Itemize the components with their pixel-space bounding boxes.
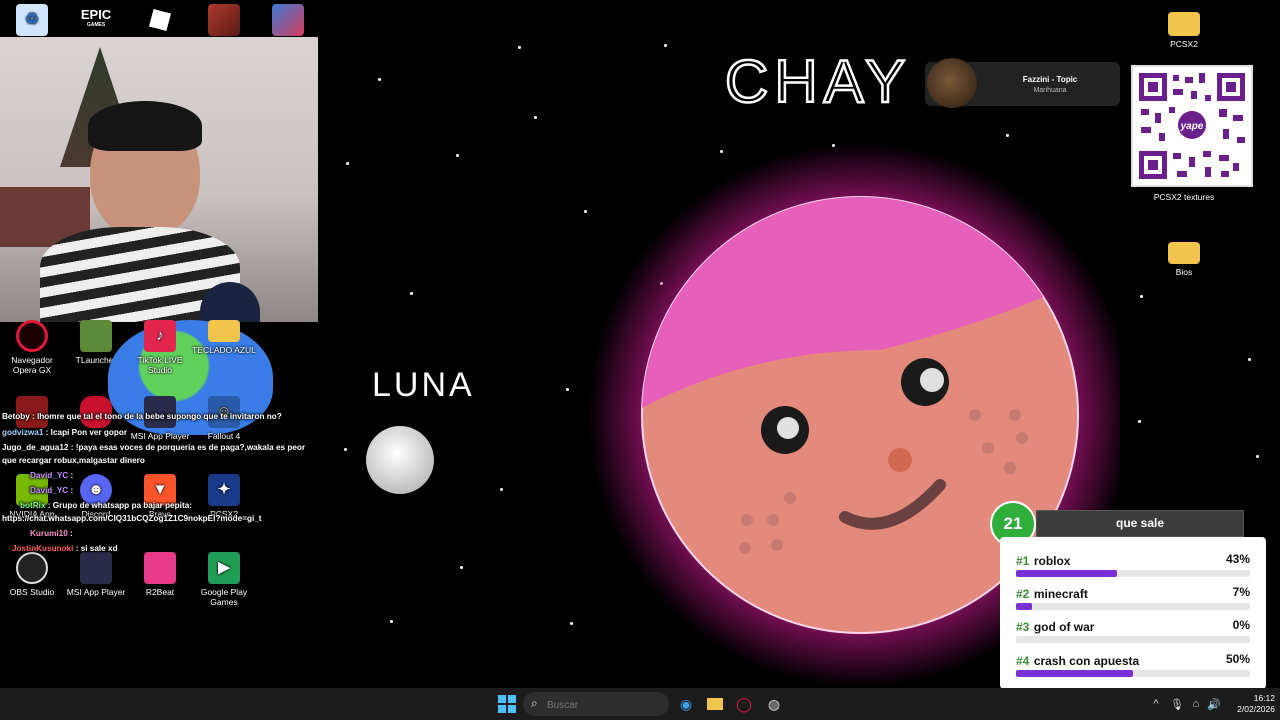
google-play-games-icon: ▶ [208,552,240,584]
now-playing-title: Fazzini - Topic [1022,75,1078,84]
game-shortcut-icon [208,4,240,36]
poll-title: que sale [1115,516,1165,530]
now-playing-subtitle: Marihuana [1033,87,1067,94]
desktop-icon-roblox[interactable] [128,4,192,39]
qr-code: yape [1131,65,1253,187]
chat-message: JostinKusunoki : si sale xd [12,544,118,553]
moon-label: LUNA [372,366,475,404]
msi-app-player-icon [80,552,112,584]
edge-icon[interactable]: ◉ [676,694,696,714]
microphone-icon[interactable]: 🎙 [1167,694,1187,714]
poll-bar-fill [1016,670,1133,677]
folder-icon [1168,242,1200,264]
poll-header: que sale [1036,510,1244,537]
obs-icon [16,552,48,584]
folder-icon [1168,12,1200,36]
start-button[interactable] [497,694,517,714]
network-icon[interactable]: ⌂ [1186,694,1206,714]
desktop-icon-epic-games[interactable]: EPIC GAMES [64,4,128,39]
desktop-icon-r2beat[interactable]: R2Beat [128,552,192,597]
poll-option: #1 roblox 43% [1016,552,1250,577]
poll-bar [1016,670,1250,677]
chat-message-link[interactable]: https://chat.whatsapp.com/CIQ31bCQZog1Z1… [2,514,262,523]
poll-bar-fill [1016,603,1033,610]
poll-widget: #1 roblox 43% #2 minecraft 7% #3 god of … [1000,537,1266,689]
search-input[interactable] [545,695,664,715]
qr-pattern: yape [1139,73,1245,179]
poll-option: #2 minecraft 7% [1016,585,1250,610]
poll-option: #4 crash con apuesta 50% [1016,652,1250,677]
album-art [927,58,977,108]
desktop-icon-pcsx2[interactable]: ✦ PCSX2 [192,474,256,519]
search-icon: ⌕ [531,696,538,710]
tiktok-icon: ♪ [144,320,176,352]
chat-message: David_YC : [30,471,74,480]
desktop-icon-discord[interactable]: ☻ Discord [64,474,128,519]
svg-text:yape: yape [1180,121,1204,132]
poll-option: #3 god of war 0% [1016,618,1250,643]
desktop-icon-game-1[interactable] [192,4,256,39]
recycle-bin-icon: ♻ [16,4,48,36]
obs-taskbar-icon[interactable]: ◍ [764,694,784,714]
planet-nose [888,448,912,472]
desktop-icon-obs-studio[interactable]: OBS Studio [0,552,64,597]
desktop-icon-brave[interactable]: ▼ Brave [128,474,192,519]
desktop-icon-opera-gx[interactable]: Navegador Opera GX [0,320,64,375]
desktop-icon-pcsx2-folder[interactable]: PCSX2 [1152,8,1216,49]
opera-gx-taskbar-icon[interactable]: ◯ [734,694,754,714]
taskbar-clock[interactable]: 16:12 2/02/2026 [1225,693,1275,715]
taskbar: ⌕ ◉ ◯ ◍ ^ 🎙 ⌂ 🔊 16:12 2/02/2026 [0,688,1280,720]
desktop-icon-pcsx2-textures[interactable]: PCSX2 textures [1152,180,1216,202]
desktop-icon-msi-app-player-2[interactable]: MSI App Player [64,552,128,597]
desktop-icon-google-play-games[interactable]: ▶ Google Play Games [192,552,256,607]
file-explorer-icon[interactable] [705,694,725,714]
poll-bar [1016,570,1250,577]
desktop-icon-bios[interactable]: Bios [1152,242,1216,277]
windows-logo-icon [498,695,516,713]
canvas-title: CHAY [725,48,911,115]
volume-icon[interactable]: 🔊 [1204,694,1224,714]
webcam-feed [0,37,318,322]
epic-games-icon: EPIC GAMES [80,4,112,36]
game-shortcut-icon [272,4,304,36]
chat-message: Jugo_de_agua12 : !paya esas voces de por… [2,443,306,452]
chat-message: botRix : Grupo de whatsapp pa bajar pepi… [20,501,192,510]
poll-bar [1016,603,1250,610]
now-playing-widget: Fazzini - Topic Marihuana [925,58,1120,108]
poll-bar-fill [1016,570,1117,577]
chat-message-continuation: que recargar robux,malgastar dinero [2,456,145,465]
folder-icon [208,320,240,342]
chat-message: David_YC : [30,486,74,495]
chat-message: Betoby : lhomre que tal el tono de la be… [2,412,282,421]
desktop-icon-nvidia-app[interactable]: NVIDIA App [0,474,64,519]
roblox-icon [144,4,176,36]
desktop-icon-teclado-azul[interactable]: TECLADO AZUL [192,320,256,355]
tlauncher-icon [80,320,112,352]
clock-time: 16:12 [1253,693,1275,703]
pcsx2-icon: ✦ [208,474,240,506]
poll-bar [1016,636,1250,643]
desktop-icon-tiktok[interactable]: ♪ TikTok LIVE Studio [128,320,192,375]
taskbar-search[interactable]: ⌕ [523,692,669,716]
desktop-icon-recycle-bin[interactable]: ♻ [0,4,64,39]
moon [366,426,434,494]
chat-message: godvizwa1 : lcapi Pon ver gopor [2,428,128,437]
chevron-up-icon[interactable]: ^ [1146,694,1166,714]
clock-date: 2/02/2026 [1237,704,1275,714]
desktop-icon-game-2[interactable] [256,4,320,39]
r2beat-icon [144,552,176,584]
opera-gx-icon [16,320,48,352]
chat-message: Kurumi10 : [30,529,73,538]
